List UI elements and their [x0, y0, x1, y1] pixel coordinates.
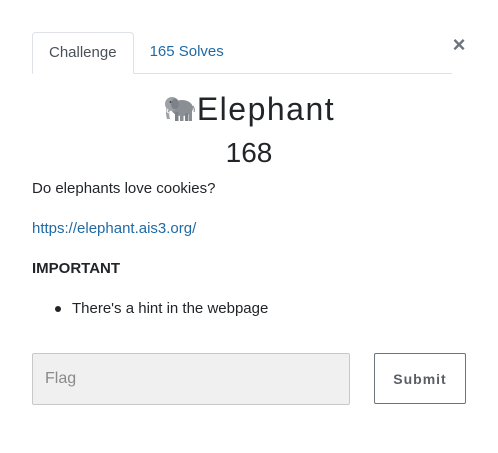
- hint-list: There's a hint in the webpage: [32, 298, 268, 320]
- submit-button[interactable]: Submit: [374, 353, 466, 404]
- important-heading: IMPORTANT: [32, 260, 121, 277]
- tab-challenge[interactable]: Challenge: [32, 32, 134, 74]
- elephant-icon: [164, 97, 195, 121]
- challenge-link[interactable]: https://elephant.ais3.org/: [32, 218, 196, 240]
- challenge-name: Elephant: [196, 91, 336, 127]
- flag-input[interactable]: [32, 353, 350, 405]
- close-button[interactable]: ×: [450, 34, 468, 56]
- tab-solves[interactable]: 165 Solves: [134, 32, 240, 74]
- hint-text: There's a hint in the webpage: [72, 300, 269, 317]
- challenge-tabs: Challenge 165 Solves: [32, 32, 452, 74]
- challenge-title: Elephant: [0, 88, 498, 130]
- list-item: There's a hint in the webpage: [32, 298, 268, 320]
- challenge-modal: × Challenge 165 Solves Elephant 168 Do e…: [0, 0, 498, 453]
- challenge-description: Do elephants love cookies?: [32, 180, 216, 197]
- challenge-points: 168: [225, 137, 273, 168]
- bullet-icon: [55, 306, 61, 312]
